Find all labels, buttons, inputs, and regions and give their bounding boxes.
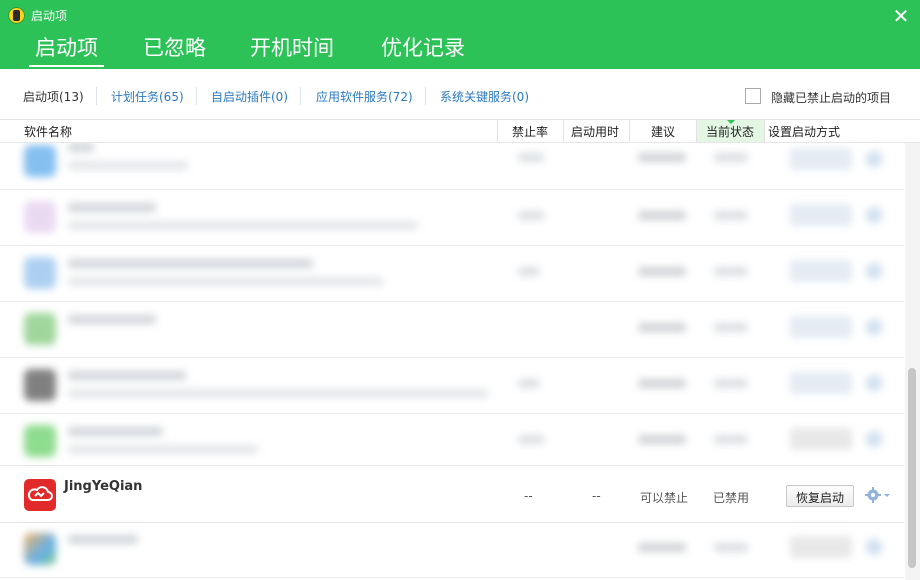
col-name[interactable]: 软件名称 [24,123,72,140]
list-item-blurred [0,189,904,246]
divider [196,87,197,105]
list-item-blurred [0,413,904,470]
cloud-icon [24,479,56,511]
col-status[interactable]: 当前状态 [706,123,754,140]
list-item-blurred [0,301,904,358]
col-method[interactable]: 设置启动方式 [768,123,840,140]
subtab-scheduled-tasks[interactable]: 计划任务(65) [111,88,184,105]
subtab-autostart-plugins[interactable]: 自启动插件(0) [211,88,288,105]
startup-list: JingYeQian -- -- 可以禁止 已禁用 恢复启动 [0,143,904,580]
status-value: 已禁用 [713,491,750,505]
tab-ignored[interactable]: 已忽略 [143,32,206,62]
hide-disabled-label[interactable]: 隐藏已禁止启动的项目 [771,89,891,106]
boot-time-value: -- [592,489,601,503]
list-item-blurred [0,521,904,578]
disable-rate-value: -- [524,489,533,503]
sub-tabs: 启动项(13) 计划任务(65) 自启动插件(0) 应用软件服务(72) 系统关… [0,69,920,120]
gear-icon[interactable] [864,486,890,504]
restore-startup-button[interactable]: 恢复启动 [786,485,854,507]
vertical-scrollbar[interactable] [905,143,920,580]
tab-boot-time[interactable]: 开机时间 [250,32,334,62]
title-bar: 启动项 ✕ 启动项 已忽略 开机时间 优化记录 [0,0,920,69]
subtab-system-services[interactable]: 系统关键服务(0) [440,88,529,105]
divider [300,87,301,105]
subtab-startup-items[interactable]: 启动项(13) [23,88,84,105]
list-item-jingyeqian[interactable]: JingYeQian -- -- 可以禁止 已禁用 恢复启动 [0,465,904,523]
app-logo-icon [8,7,25,24]
divider [696,120,697,142]
window-title: 启动项 [31,9,68,23]
divider [425,87,426,105]
close-icon[interactable]: ✕ [890,5,912,27]
list-item-blurred [0,357,904,414]
divider [497,120,498,142]
col-boot-time[interactable]: 启动用时 [571,123,619,140]
advice-value: 可以禁止 [640,491,689,505]
divider [96,87,97,105]
col-advice[interactable]: 建议 [651,123,675,140]
list-item-blurred [0,143,904,190]
list-item-blurred [0,245,904,302]
chevron-down-icon [884,494,890,497]
divider [563,120,564,142]
divider [629,120,630,142]
divider [764,120,765,142]
app-name: JingYeQian [64,479,143,494]
tab-optimize-log[interactable]: 优化记录 [381,32,465,62]
col-disable-rate[interactable]: 禁止率 [512,123,548,140]
tab-startup[interactable]: 启动项 [29,32,104,67]
scrollbar-thumb[interactable] [908,368,916,568]
subtab-app-services[interactable]: 应用软件服务(72) [316,88,413,105]
hide-disabled-checkbox[interactable] [745,88,761,104]
column-header: 软件名称 禁止率 启动用时 建议 当前状态 设置启动方式 [0,120,920,143]
